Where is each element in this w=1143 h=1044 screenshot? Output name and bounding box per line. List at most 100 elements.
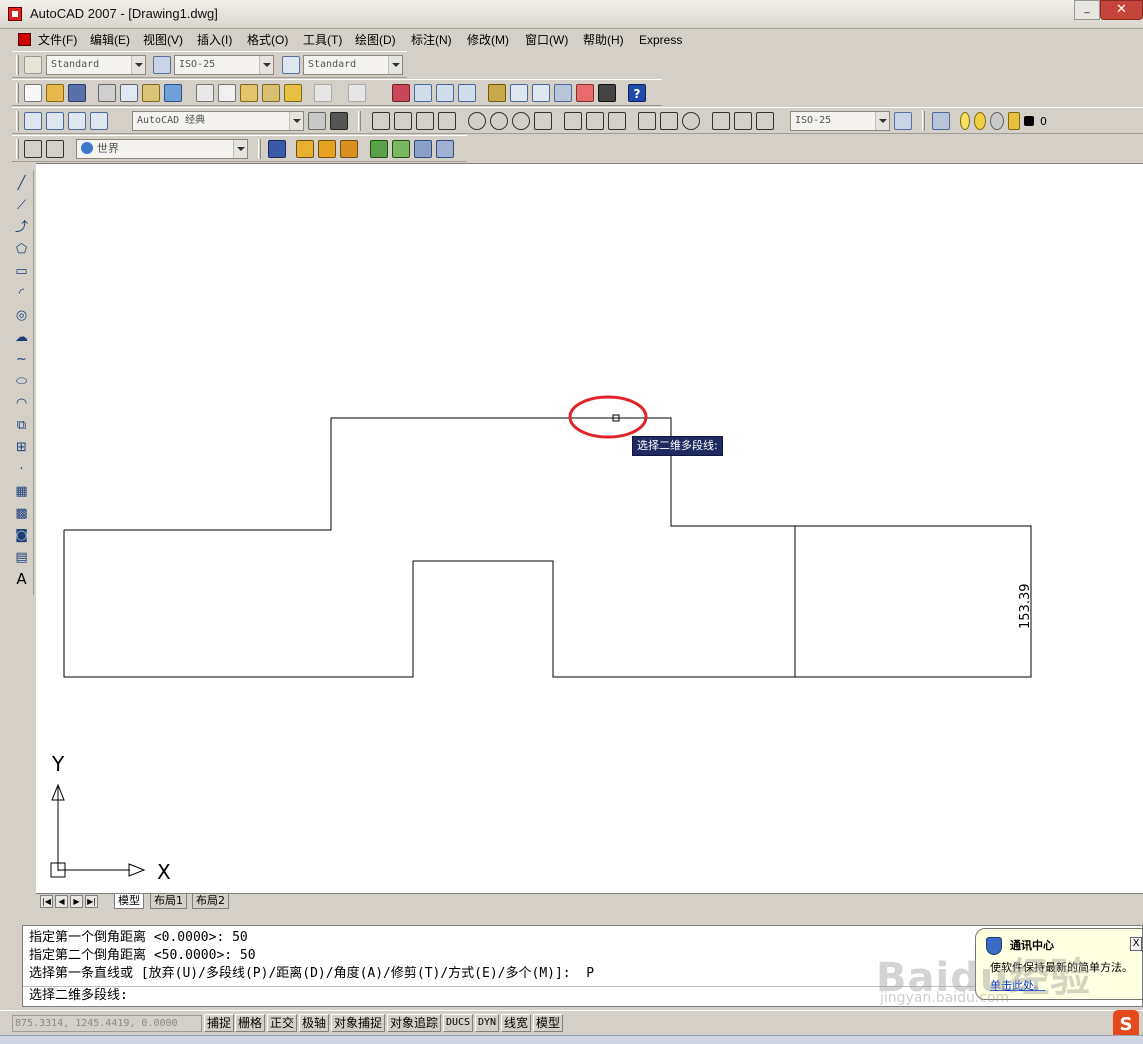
block-editor-icon[interactable]	[284, 84, 302, 102]
toolbar-grip[interactable]	[16, 55, 19, 75]
workspace-settings-gear-icon[interactable]	[308, 112, 326, 130]
menu-file[interactable]: 文件(F)	[38, 33, 77, 47]
chevron-down-icon[interactable]	[388, 56, 402, 74]
region-icon[interactable]: ◙	[13, 527, 30, 544]
tool-palettes-icon[interactable]	[532, 84, 550, 102]
publish-web-icon[interactable]	[164, 84, 182, 102]
diameter-dimension-icon[interactable]	[512, 112, 530, 130]
lineweight-toggle[interactable]: 线宽	[501, 1014, 532, 1032]
undo-icon[interactable]	[314, 84, 332, 102]
menu-format[interactable]: 格式(O)	[247, 33, 288, 47]
copy-icon[interactable]	[218, 84, 236, 102]
osnap-toggle[interactable]: 对象捕捉	[331, 1014, 386, 1032]
dimension-update-icon[interactable]	[756, 112, 774, 130]
polygon-icon[interactable]: ⬠	[13, 241, 30, 258]
lightbulb-icon[interactable]	[960, 112, 970, 130]
document-icon[interactable]	[18, 33, 31, 46]
draw-order-icon[interactable]	[268, 140, 286, 158]
tab-model[interactable]: 模型	[114, 894, 144, 909]
toolbar-grip[interactable]	[16, 139, 19, 159]
tab-layout2[interactable]: 布局2	[192, 894, 229, 909]
ucs-select[interactable]: 世界	[76, 139, 248, 159]
workspace-settings-icon[interactable]	[68, 112, 86, 130]
menu-dimension[interactable]: 标注(N)	[411, 33, 452, 47]
print-icon[interactable]	[98, 84, 116, 102]
multiline-text-icon[interactable]: A	[13, 571, 30, 588]
dimension-text-edit-icon[interactable]	[734, 112, 752, 130]
design-center-icon[interactable]	[510, 84, 528, 102]
center-mark-icon[interactable]	[682, 112, 700, 130]
ordinate-dimension-icon[interactable]	[438, 112, 456, 130]
revision-cloud-icon[interactable]: ☁	[13, 329, 30, 346]
polyline-icon[interactable]: ⤴	[13, 219, 30, 236]
cut-icon[interactable]	[196, 84, 214, 102]
menu-edit[interactable]: 编辑(E)	[90, 33, 130, 47]
chevron-down-icon[interactable]	[875, 112, 889, 130]
drawing-canvas[interactable]: 153.39 Y X 选择二维多段线:	[36, 163, 1143, 893]
tab-layout1[interactable]: 布局1	[150, 894, 187, 909]
ducs-toggle[interactable]: DUCS	[443, 1014, 474, 1032]
menu-draw[interactable]: 绘图(D)	[355, 33, 396, 47]
ortho-toggle[interactable]: 正交	[267, 1014, 298, 1032]
chevron-down-icon[interactable]	[131, 56, 145, 74]
aligned-dimension-icon[interactable]	[394, 112, 412, 130]
dimension-edit-icon[interactable]	[712, 112, 730, 130]
close-window-button[interactable]: ✕	[1100, 0, 1143, 20]
ucs-named-icon[interactable]	[46, 140, 64, 158]
chevron-down-icon[interactable]	[259, 56, 273, 74]
menu-modify[interactable]: 修改(M)	[467, 33, 509, 47]
make-block-icon[interactable]: ⊞	[13, 439, 30, 456]
next-tab-icon[interactable]: ▶	[70, 895, 83, 908]
workspace-select[interactable]: AutoCAD 经典	[132, 111, 304, 131]
lock-icon[interactable]	[1008, 112, 1020, 130]
publish-icon[interactable]	[142, 84, 160, 102]
table-style-icon[interactable]	[282, 56, 300, 74]
spell-check-icon[interactable]	[370, 140, 388, 158]
polar-toggle[interactable]: 极轴	[299, 1014, 330, 1032]
hatch-icon[interactable]: ▦	[13, 483, 30, 500]
help-icon[interactable]: ?	[628, 84, 646, 102]
print-preview-icon[interactable]	[120, 84, 138, 102]
dimension-style-icon[interactable]	[894, 112, 912, 130]
new-file-icon[interactable]	[24, 84, 42, 102]
close-icon[interactable]: X	[1130, 937, 1142, 951]
pencil-icon[interactable]	[318, 140, 336, 158]
pan-icon[interactable]	[392, 84, 410, 102]
menu-tools[interactable]: 工具(T)	[303, 33, 342, 47]
circle-icon[interactable]: ◎	[13, 307, 30, 324]
dim-style-icon[interactable]	[153, 56, 171, 74]
menu-window[interactable]: 窗口(W)	[525, 33, 568, 47]
properties-icon[interactable]	[488, 84, 506, 102]
paste-icon[interactable]	[240, 84, 258, 102]
sun-icon[interactable]	[974, 112, 986, 130]
menu-help[interactable]: 帮助(H)	[583, 33, 624, 47]
sheet-set-icon[interactable]	[554, 84, 572, 102]
chevron-down-icon[interactable]	[289, 112, 303, 130]
ellipse-arc-icon[interactable]: ◠	[13, 395, 30, 412]
leader-icon[interactable]	[638, 112, 656, 130]
ellipse-icon[interactable]: ⬭	[13, 373, 30, 390]
brush-icon[interactable]	[340, 140, 358, 158]
dim-style-select[interactable]: ISO-25	[174, 55, 274, 75]
minimize-button[interactable]: _	[1074, 0, 1100, 20]
menu-express[interactable]: Express	[639, 33, 682, 47]
open-file-icon[interactable]	[46, 84, 64, 102]
quick-dimension-icon[interactable]	[564, 112, 582, 130]
spline-icon[interactable]: ∼	[13, 351, 30, 368]
otrack-toggle[interactable]: 对象追踪	[387, 1014, 442, 1032]
edit-icon[interactable]	[296, 140, 314, 158]
first-tab-icon[interactable]: |◀	[40, 895, 53, 908]
arc-icon[interactable]: ◜	[13, 285, 30, 302]
radius-dimension-icon[interactable]	[468, 112, 486, 130]
continue-dimension-icon[interactable]	[608, 112, 626, 130]
text-style-icon[interactable]	[24, 56, 42, 74]
tolerance-icon[interactable]	[660, 112, 678, 130]
match-properties-icon[interactable]	[262, 84, 280, 102]
balloon-link[interactable]: 单击此处。	[990, 977, 1045, 993]
toolbar-grip[interactable]	[16, 83, 19, 103]
save-icon[interactable]	[68, 84, 86, 102]
menu-insert[interactable]: 插入(I)	[197, 33, 232, 47]
freeze-viewport-icon[interactable]	[990, 112, 1004, 130]
insert-block-icon[interactable]: ⧉	[13, 417, 30, 434]
zoom-previous-icon[interactable]	[458, 84, 476, 102]
